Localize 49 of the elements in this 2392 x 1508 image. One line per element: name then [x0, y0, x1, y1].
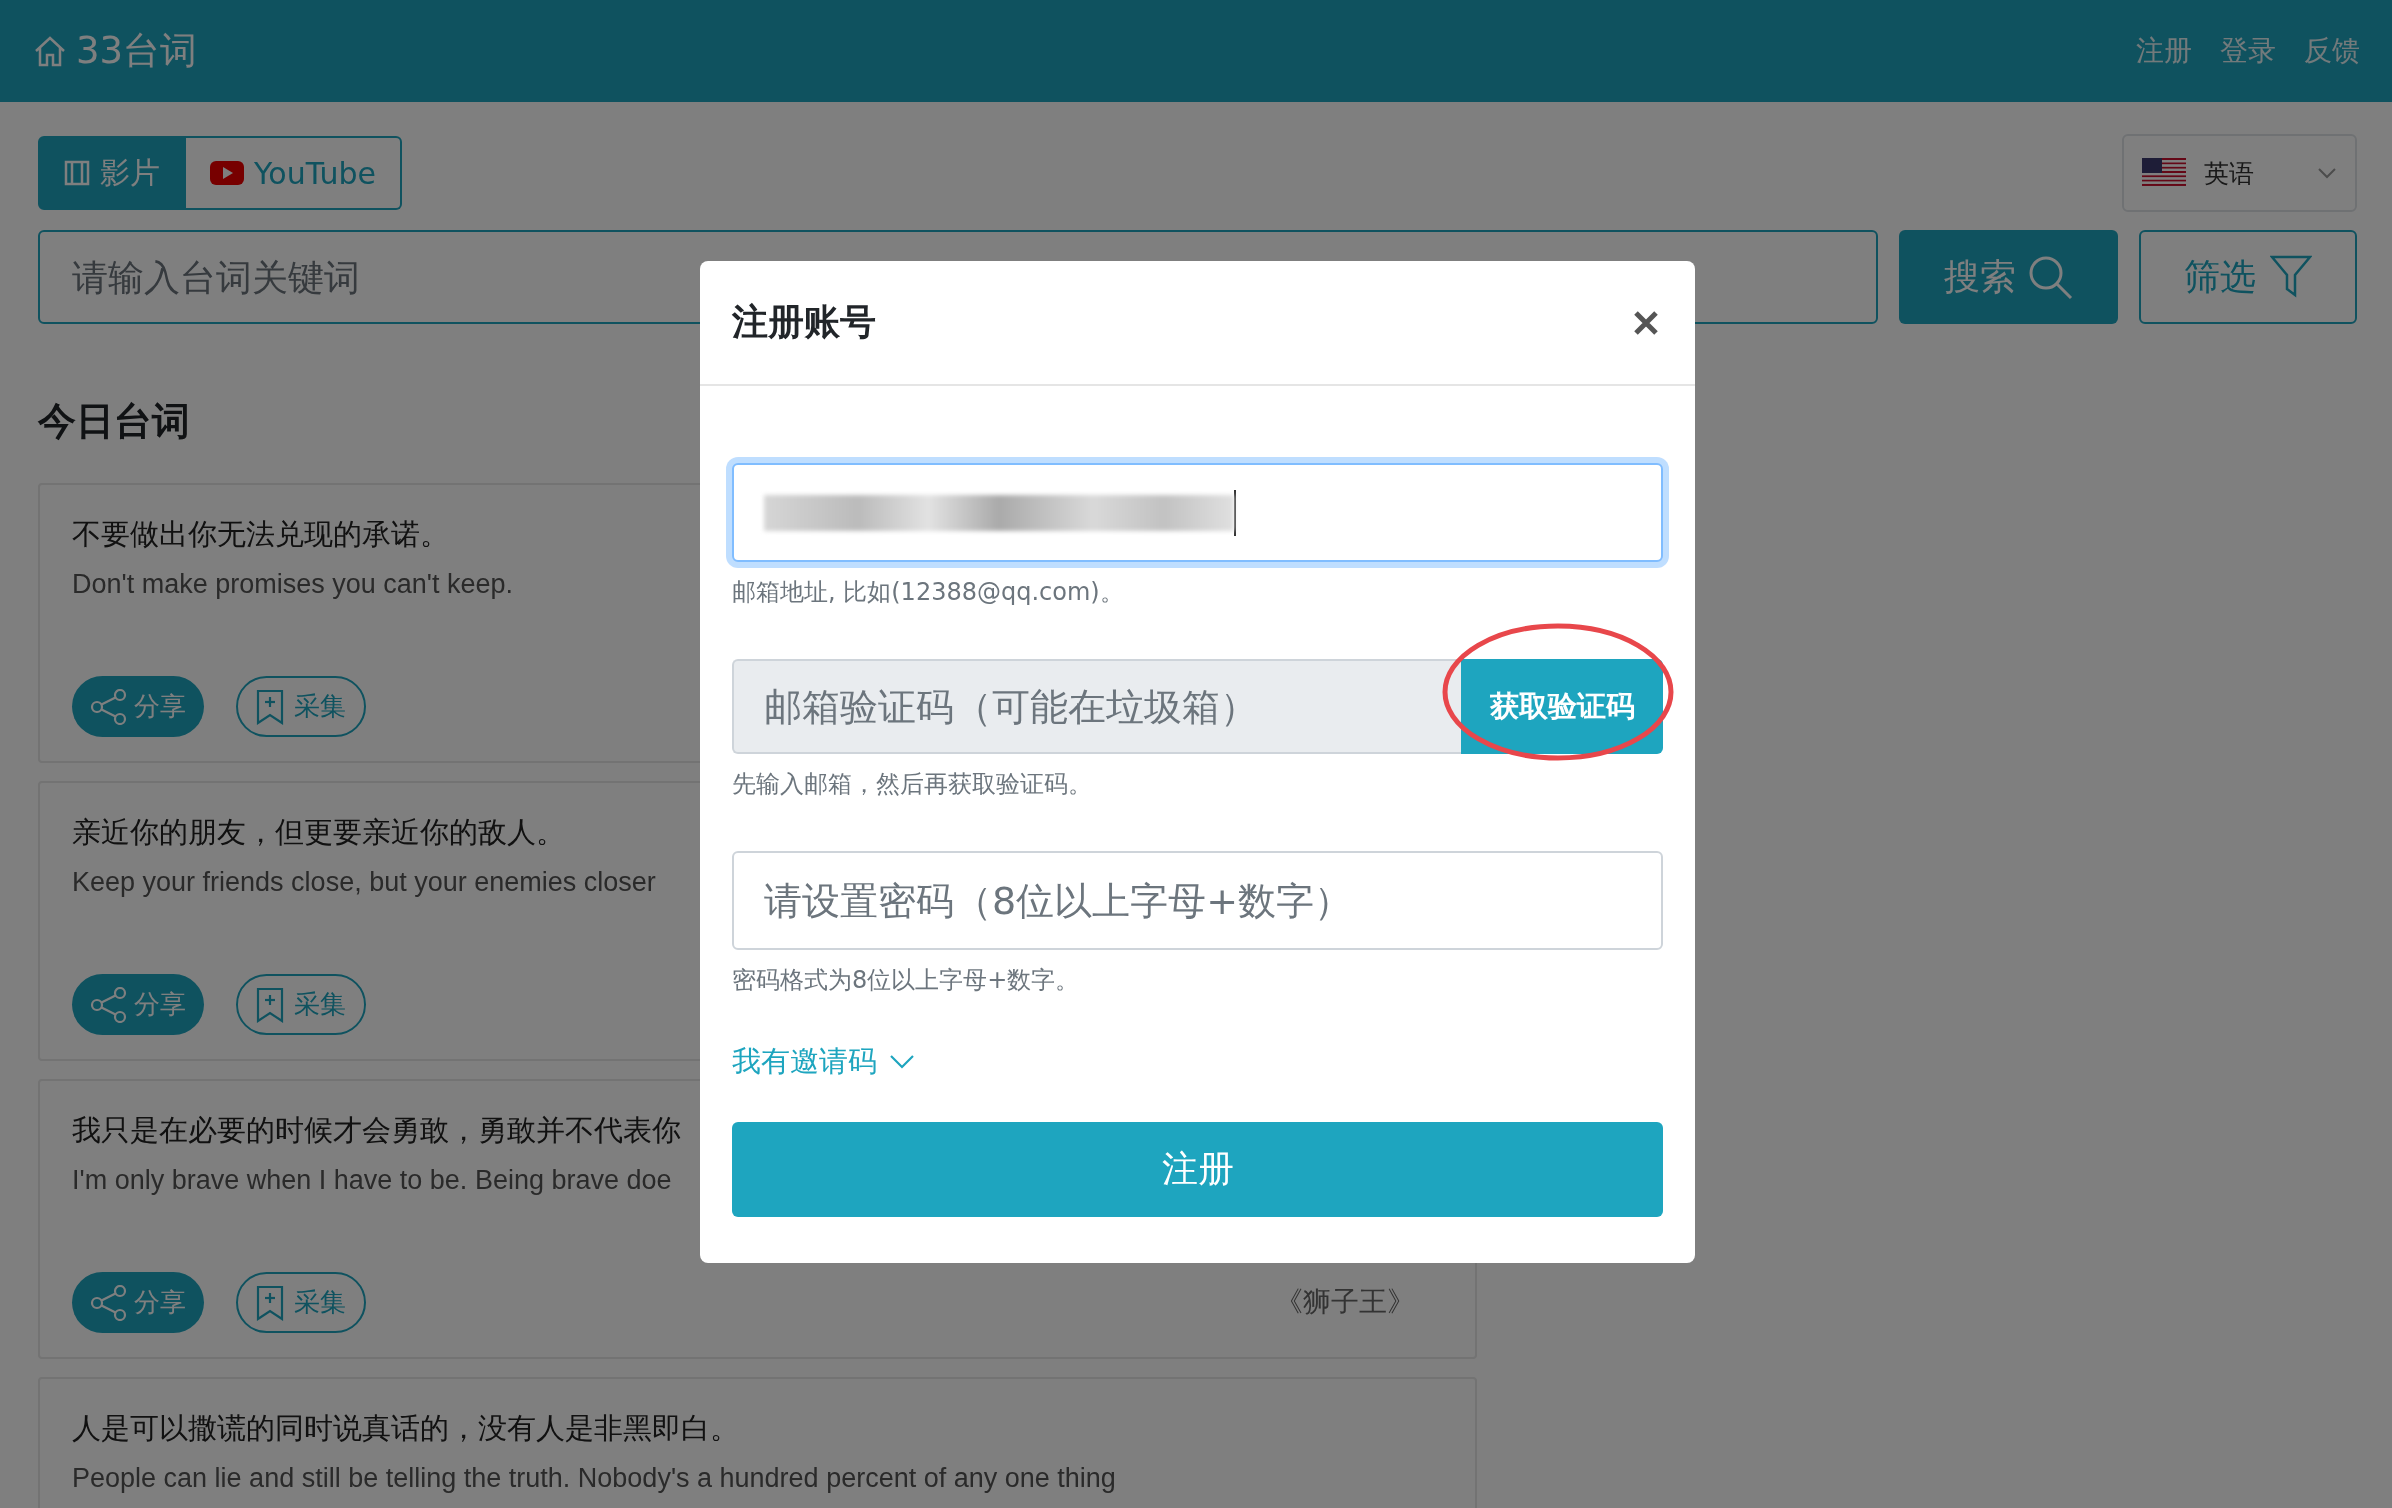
email-help-text: 邮箱地址, 比如(12388@qq.com)。: [732, 577, 1125, 608]
collect-button[interactable]: 采集: [236, 676, 366, 737]
chevron-down-icon: [889, 1054, 915, 1070]
chevron-down-icon: [2317, 167, 2337, 179]
quote-english: Don't make promises you can't keep.: [72, 569, 514, 600]
nav-link[interactable]: 登录: [2220, 32, 2276, 70]
share-icon: [90, 1284, 128, 1321]
quote-chinese: 不要做出你无法兑现的承诺。: [72, 516, 449, 553]
dialog-title: 注册账号: [732, 300, 876, 344]
share-button[interactable]: 分享: [72, 1272, 204, 1333]
quote-english: I'm only brave when I have to be. Being brave doe: [72, 1165, 672, 1196]
quote-english: Keep your friends close, but your enemies closer: [72, 867, 656, 898]
section-title: 今日台词: [38, 398, 191, 445]
quote-english: People can lie and still be telling the truth. Nobody's a hundred percent of any one thing: [72, 1463, 1116, 1494]
play-icon: [210, 161, 244, 185]
bookmark-icon: [256, 1284, 284, 1321]
bookmark-icon: [256, 986, 284, 1023]
close-icon: [1633, 309, 1659, 336]
quote-chinese: 亲近你的朋友，但更要亲近你的敌人。: [72, 814, 565, 851]
share-icon: [90, 688, 128, 725]
source-tab[interactable]: 影片: [38, 136, 186, 210]
nav-link[interactable]: 注册: [2136, 32, 2192, 70]
site-logo-text[interactable]: 33台词: [76, 26, 198, 76]
share-icon: [90, 986, 128, 1023]
password-field[interactable]: 请设置密码（8位以上字母+数字）: [732, 851, 1663, 950]
share-button[interactable]: 分享: [72, 974, 204, 1035]
get-code-button[interactable]: 获取验证码: [1461, 659, 1663, 754]
collect-button[interactable]: 采集: [236, 1272, 366, 1333]
collect-button[interactable]: 采集: [236, 974, 366, 1035]
source-tab[interactable]: YouTube: [186, 136, 402, 210]
register-button[interactable]: 注册: [732, 1122, 1663, 1217]
text-cursor: [1234, 489, 1236, 536]
quote-source: 《狮子王》: [1275, 1284, 1415, 1320]
nav-link[interactable]: 反馈: [2304, 32, 2360, 70]
code-help-text: 先输入邮箱，然后再获取验证码。: [732, 769, 1093, 800]
share-button[interactable]: 分享: [72, 676, 204, 737]
film-icon: [64, 160, 90, 186]
bookmark-icon: [256, 688, 284, 725]
quote-chinese: 我只是在必要的时候才会勇敢，勇敢并不代表你: [72, 1112, 681, 1149]
flag-icon: [2142, 158, 2186, 188]
verification-code-field[interactable]: 邮箱验证码（可能在垃圾箱）: [732, 659, 1461, 754]
quote-chinese: 人是可以撒谎的同时说真话的，没有人是非黑即白。: [72, 1410, 739, 1447]
password-help-text: 密码格式为8位以上字母+数字。: [732, 965, 1081, 996]
email-field[interactable]: [732, 463, 1663, 562]
search-button[interactable]: 搜索: [1899, 230, 2118, 324]
filter-icon: [2270, 255, 2312, 299]
invite-code-link[interactable]: 我有邀请码: [732, 1042, 915, 1082]
language-select[interactable]: 英语: [2122, 134, 2357, 212]
filter-button[interactable]: 筛选: [2139, 230, 2357, 324]
